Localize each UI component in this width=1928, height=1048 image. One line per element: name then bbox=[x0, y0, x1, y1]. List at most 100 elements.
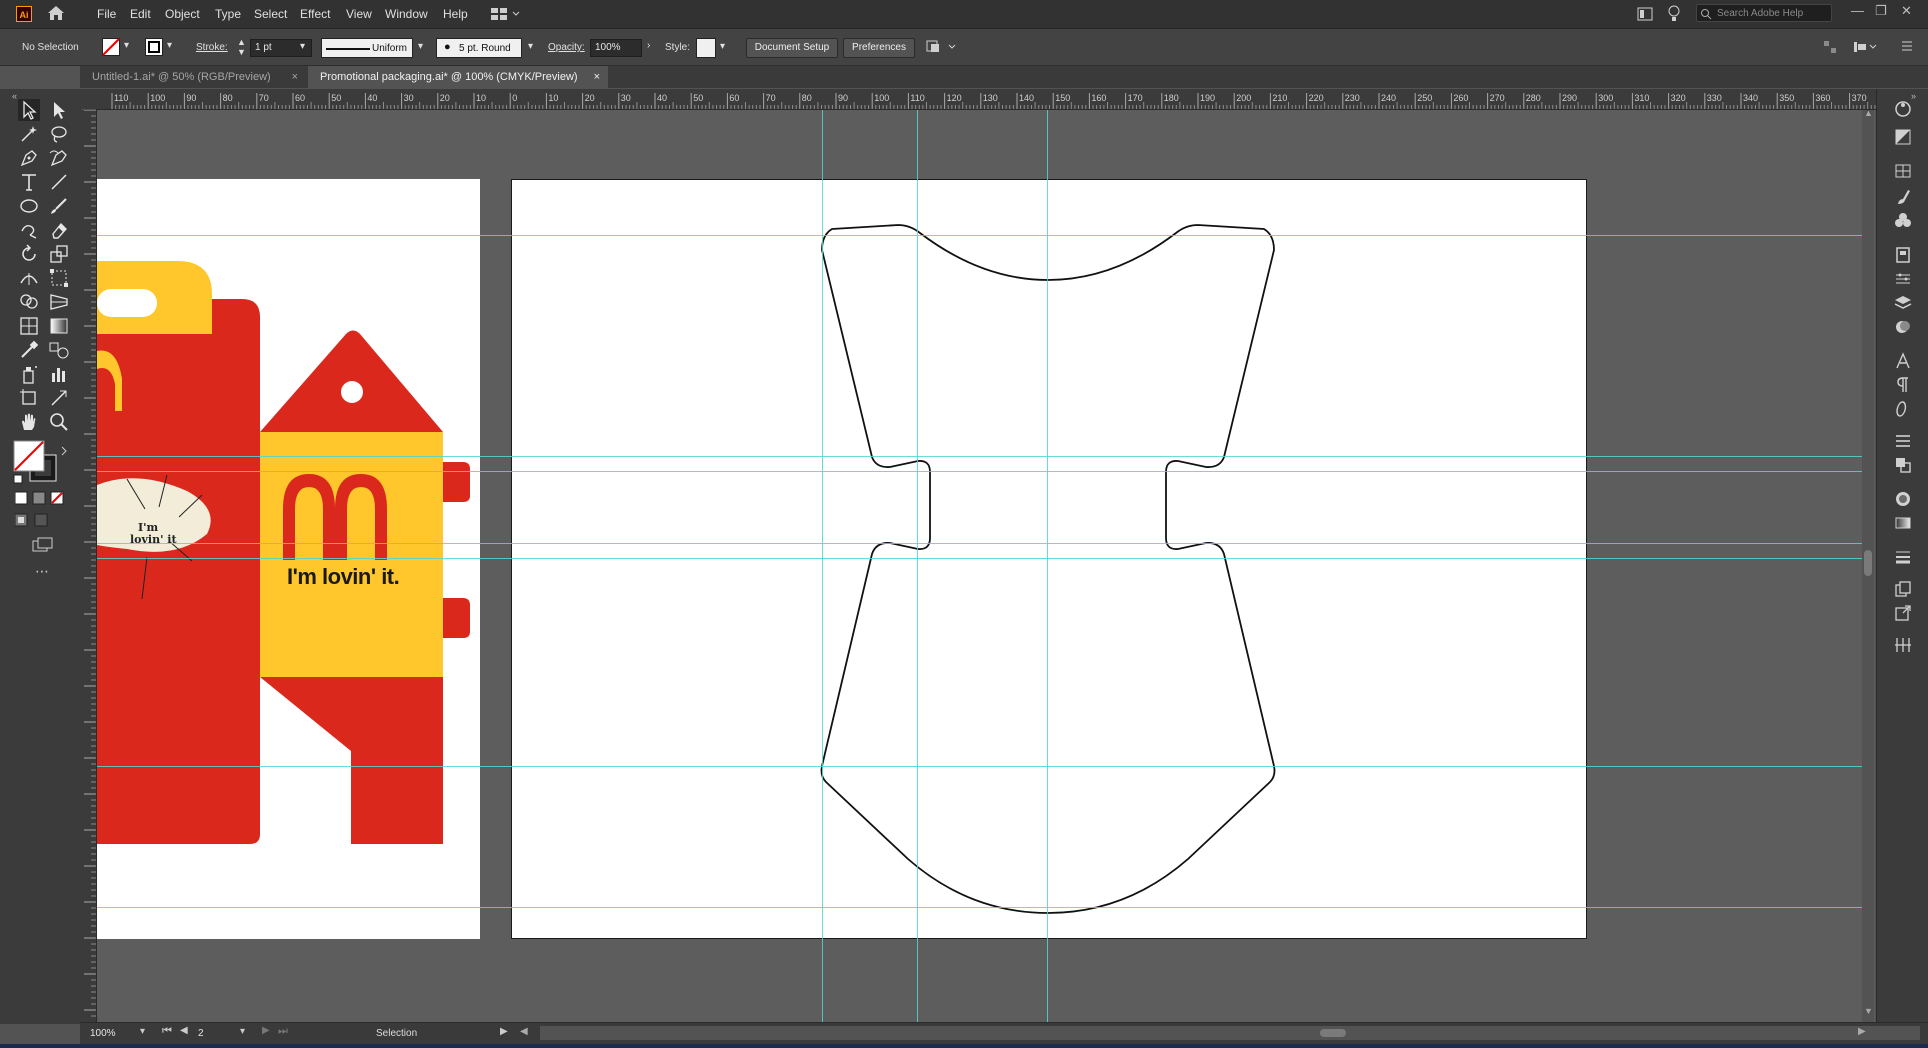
guide-horizontal[interactable] bbox=[97, 907, 1872, 908]
scroll-up-icon[interactable]: ▲ bbox=[1864, 110, 1873, 118]
style-dropdown-icon[interactable]: ▾ bbox=[720, 41, 725, 52]
curvature-tool-icon[interactable] bbox=[48, 147, 70, 169]
pathfinder-icon[interactable] bbox=[1893, 455, 1913, 475]
stroke-weight-dropdown-icon[interactable]: ▾ bbox=[300, 41, 305, 52]
fill-stroke-control[interactable] bbox=[12, 439, 70, 487]
arrange-documents-icon[interactable] bbox=[1637, 7, 1653, 21]
search-input[interactable]: Search Adobe Help bbox=[1696, 4, 1832, 22]
home-icon[interactable] bbox=[47, 5, 65, 21]
ellipse-tool-icon[interactable] bbox=[18, 195, 40, 217]
guide-horizontal[interactable] bbox=[97, 235, 1872, 236]
scroll-right-icon[interactable]: ▶ bbox=[1858, 1026, 1866, 1037]
previous-artboard-icon[interactable]: ◀ bbox=[180, 1025, 188, 1036]
zoom-tool-icon[interactable] bbox=[48, 411, 70, 433]
width-tool-icon[interactable] bbox=[18, 267, 40, 289]
variable-width-profile[interactable]: Uniform bbox=[321, 38, 413, 58]
menu-view[interactable]: View bbox=[346, 7, 372, 21]
perspective-grid-tool-icon[interactable] bbox=[48, 291, 70, 313]
rotate-tool-icon[interactable] bbox=[18, 243, 40, 265]
vertical-scroll-thumb[interactable] bbox=[1864, 550, 1872, 576]
align-panel-icon[interactable] bbox=[1822, 39, 1838, 55]
shape-builder-tool-icon[interactable] bbox=[18, 291, 40, 313]
menu-file[interactable]: File bbox=[97, 7, 116, 21]
preferences-button[interactable]: Preferences bbox=[843, 38, 915, 58]
guide-horizontal[interactable] bbox=[97, 766, 1872, 767]
document-setup-button[interactable]: Document Setup bbox=[746, 38, 838, 58]
eyedropper-tool-icon[interactable] bbox=[18, 339, 40, 361]
mesh-tool-icon[interactable] bbox=[18, 315, 40, 337]
align-icon[interactable] bbox=[1893, 431, 1913, 451]
symbols-icon[interactable] bbox=[1893, 211, 1913, 231]
graphic-style-swatch[interactable] bbox=[696, 38, 716, 58]
transparency-icon[interactable] bbox=[1893, 489, 1913, 509]
character-icon[interactable] bbox=[1893, 351, 1913, 371]
column-graph-tool-icon[interactable] bbox=[48, 363, 70, 385]
stroke-panel-icon[interactable] bbox=[1893, 547, 1913, 567]
guide-vertical[interactable] bbox=[822, 110, 823, 1022]
swatches-icon[interactable] bbox=[1893, 161, 1913, 181]
paintbrush-tool-icon[interactable] bbox=[48, 195, 70, 217]
lightbulb-icon[interactable] bbox=[1667, 5, 1681, 23]
magic-wand-tool-icon[interactable] bbox=[18, 123, 40, 145]
opacity-arrow-icon[interactable]: › bbox=[647, 40, 650, 51]
workspace-grid-icon[interactable] bbox=[491, 7, 521, 21]
stroke-dropdown-icon[interactable]: ▾ bbox=[167, 40, 172, 51]
artboards-panel-icon[interactable] bbox=[1893, 579, 1913, 599]
profile-dropdown-icon[interactable]: ▾ bbox=[418, 41, 423, 52]
symbol-sprayer-tool-icon[interactable] bbox=[18, 363, 40, 385]
menu-window[interactable]: Window bbox=[385, 7, 428, 21]
scroll-down-icon[interactable]: ▼ bbox=[1864, 1006, 1873, 1016]
shaper-tool-icon[interactable] bbox=[18, 219, 40, 241]
direct-selection-tool-icon[interactable] bbox=[48, 99, 70, 121]
close-tab-icon[interactable]: × bbox=[292, 66, 298, 88]
scale-tool-icon[interactable] bbox=[48, 243, 70, 265]
tab-untitled-1[interactable]: Untitled-1.ai* @ 50% (RGB/Preview) × bbox=[80, 66, 306, 88]
slice-tool-icon[interactable] bbox=[48, 387, 70, 409]
brush-dropdown-icon[interactable]: ▾ bbox=[528, 41, 533, 52]
menu-help[interactable]: Help bbox=[443, 7, 468, 21]
stroke-stepper[interactable]: ▲ ▼ bbox=[237, 37, 246, 57]
zoom-dropdown-icon[interactable]: ▾ bbox=[140, 1026, 145, 1037]
tab-promotional-packaging[interactable]: Promotional packaging.ai* @ 100% (CMYK/P… bbox=[308, 66, 608, 88]
panel-menu-icon[interactable] bbox=[1900, 39, 1914, 53]
appearance-icon[interactable] bbox=[1893, 317, 1913, 337]
ruler-origin[interactable] bbox=[80, 89, 96, 109]
scroll-left-icon[interactable]: ◀ bbox=[520, 1026, 528, 1037]
color-guide-icon[interactable] bbox=[1893, 127, 1913, 147]
blend-tool-icon[interactable] bbox=[48, 339, 70, 361]
horizontal-scroll-thumb[interactable] bbox=[1320, 1029, 1346, 1037]
guide-horizontal[interactable] bbox=[97, 471, 1872, 472]
layers-icon[interactable] bbox=[1893, 293, 1913, 313]
status-mode-label[interactable]: Selection bbox=[376, 1028, 417, 1039]
libraries-icon[interactable] bbox=[1893, 635, 1913, 655]
guide-vertical[interactable] bbox=[917, 110, 918, 1022]
free-transform-tool-icon[interactable] bbox=[48, 267, 70, 289]
eraser-tool-icon[interactable] bbox=[48, 219, 70, 241]
gradient-tool-icon[interactable] bbox=[48, 315, 70, 337]
line-segment-tool-icon[interactable] bbox=[48, 171, 70, 193]
minimize-button[interactable]: — bbox=[1851, 3, 1864, 18]
artboard-2[interactable] bbox=[511, 179, 1587, 939]
last-artboard-icon[interactable]: ⏭ bbox=[278, 1025, 288, 1038]
artboard-tool-icon[interactable] bbox=[18, 387, 40, 409]
brush-definition[interactable]: ● 5 pt. Round bbox=[436, 38, 522, 58]
collapse-toolbar-icon[interactable]: « bbox=[12, 91, 17, 101]
fill-swatch[interactable] bbox=[102, 38, 120, 56]
zoom-field[interactable]: 100% bbox=[86, 1026, 144, 1042]
menu-edit[interactable]: Edit bbox=[130, 7, 151, 21]
lasso-tool-icon[interactable] bbox=[48, 123, 70, 145]
screen-mode-icon[interactable] bbox=[32, 537, 54, 553]
pen-tool-icon[interactable] bbox=[18, 147, 40, 169]
artboard-dropdown-icon[interactable]: ▾ bbox=[240, 1026, 245, 1037]
paragraph-icon[interactable] bbox=[1893, 375, 1913, 395]
guide-horizontal[interactable] bbox=[97, 558, 1872, 559]
properties-icon[interactable] bbox=[1893, 269, 1913, 289]
fill-dropdown-icon[interactable]: ▾ bbox=[124, 40, 129, 51]
guide-horizontal[interactable] bbox=[97, 543, 1872, 544]
artboard-1[interactable]: I'm lovin' it. I'm lovin' it bbox=[97, 179, 480, 939]
menu-type[interactable]: Type bbox=[215, 7, 241, 21]
asset-export-icon[interactable] bbox=[1893, 245, 1913, 265]
stroke-label[interactable]: Stroke: bbox=[196, 42, 228, 53]
vertical-ruler[interactable] bbox=[80, 110, 97, 1022]
first-artboard-icon[interactable]: ⏮ bbox=[162, 1025, 172, 1038]
